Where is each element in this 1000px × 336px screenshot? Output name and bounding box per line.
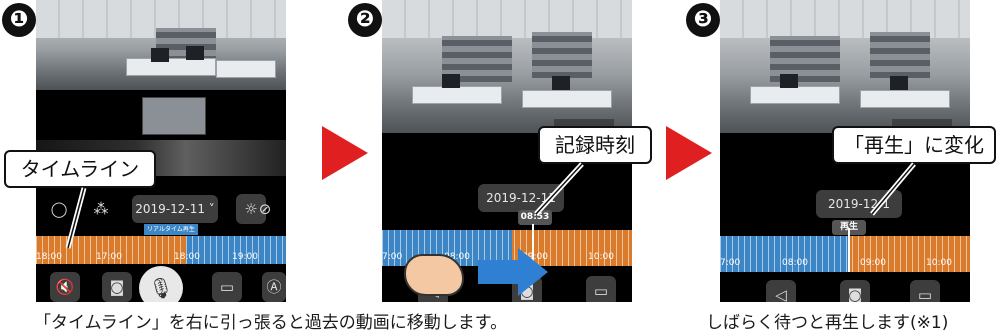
camera-icon[interactable]: ◙ <box>840 280 870 302</box>
swipe-hand-icon <box>404 254 464 296</box>
playback-thumbnail[interactable] <box>142 97 206 135</box>
speaker-icon[interactable]: ◁ <box>766 280 796 302</box>
pointer-line <box>534 162 584 216</box>
timeline-label: 19:00 <box>232 252 258 262</box>
timeline-label: 10:00 <box>588 252 614 262</box>
swipe-arrow-icon <box>478 248 548 296</box>
step-number-1: ❶ <box>2 3 36 37</box>
video-icon[interactable]: ▭ <box>910 280 940 302</box>
record-time-callout: 記録時刻 <box>538 126 652 164</box>
camera-view <box>382 0 632 133</box>
next-arrow <box>322 126 368 180</box>
camera-view <box>720 0 970 133</box>
video-icon[interactable]: ▭ <box>212 272 242 302</box>
timeline-label: 10:00 <box>926 258 952 268</box>
timeline-label: 09:00 <box>860 258 886 268</box>
timeline-label: 7:00 <box>720 258 741 268</box>
step-number-3: ❸ <box>686 3 720 37</box>
step-number-2: ❷ <box>348 3 382 37</box>
caption-right: しばらく待つと再生します(※1) <box>706 313 949 333</box>
auto-icon[interactable]: Ⓐ <box>262 272 286 302</box>
pointer-line <box>65 187 87 249</box>
next-arrow <box>666 126 712 180</box>
mute-icon[interactable]: 🔇 <box>50 272 80 302</box>
timeline-callout: タイムライン <box>4 150 156 188</box>
timeline-label: 08:00 <box>782 258 808 268</box>
timeline-label: 7:00 <box>382 252 403 262</box>
camera-icon[interactable]: ◙ <box>102 272 132 302</box>
focus-icon[interactable]: ⊘ <box>250 194 280 224</box>
play-callout: 「再生」に変化 <box>832 126 996 164</box>
video-icon[interactable]: ▭ <box>586 276 616 302</box>
camera-view <box>36 0 286 90</box>
timeline-cursor <box>848 228 850 272</box>
caption-left: 「タイムライン」を右に引っ張ると過去の動画に移動します。 <box>34 313 508 333</box>
timeline-label: 18:00 <box>36 252 62 262</box>
mic-icon[interactable]: 🎙 <box>139 266 183 302</box>
pointer-line <box>870 162 916 216</box>
